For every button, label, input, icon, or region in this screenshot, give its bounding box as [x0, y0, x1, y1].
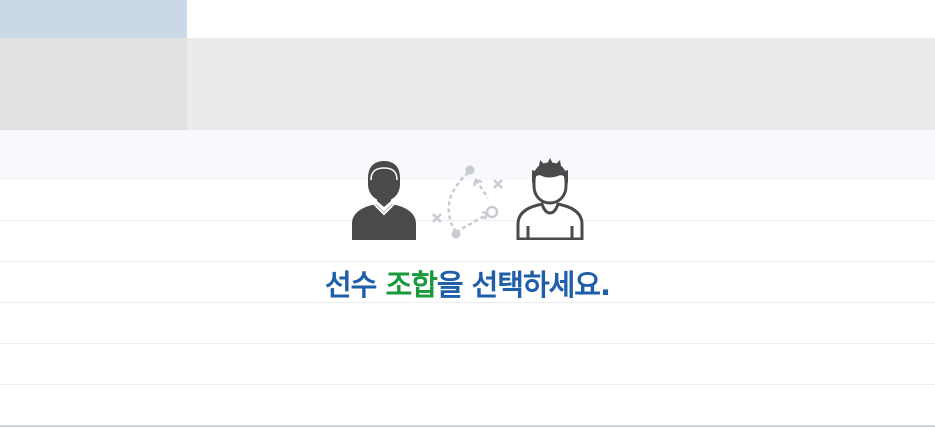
- player-icon: [352, 161, 416, 240]
- row-divider: [0, 384, 935, 385]
- active-tab[interactable]: [0, 0, 187, 38]
- table-header-left-cell: [0, 38, 187, 130]
- tactic-board-icon: [432, 165, 503, 239]
- message-highlight: 조합: [385, 268, 437, 302]
- player-icon: [516, 158, 584, 240]
- message-text: 선수: [324, 268, 386, 302]
- empty-state-illustration: [346, 156, 592, 242]
- empty-state-message: 선수 조합을 선택하세요.: [0, 262, 935, 304]
- message-text: 을 선택하세요.: [436, 268, 611, 302]
- row-divider: [0, 343, 935, 344]
- empty-state-overlay: 선수 조합을 선택하세요.: [0, 150, 935, 310]
